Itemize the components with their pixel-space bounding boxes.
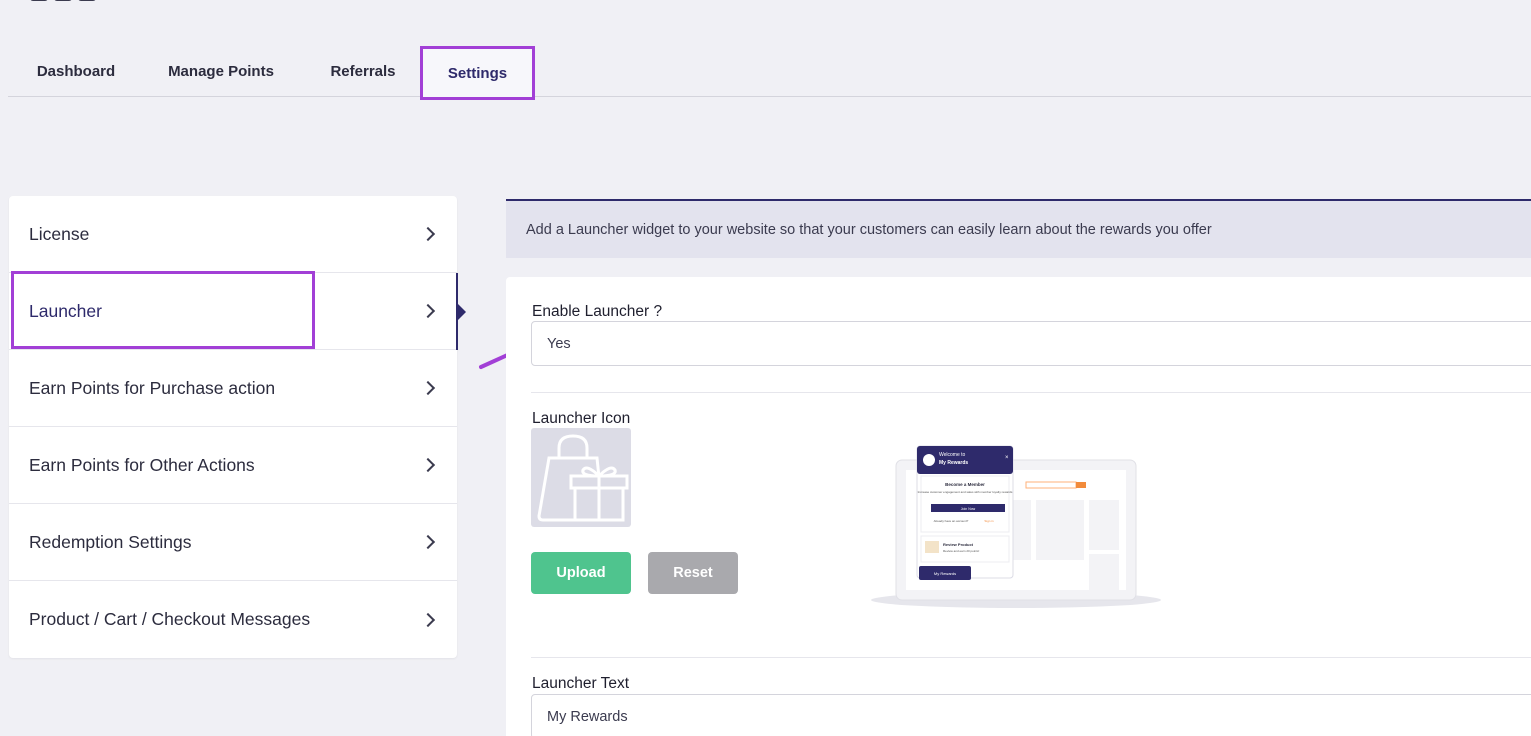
info-banner: Add a Launcher widget to your website so… [506,199,1531,258]
sidebar-item-messages[interactable]: Product / Cart / Checkout Messages [9,581,457,658]
launcher-text-value: My Rewards [547,708,628,725]
upload-button[interactable]: Upload [531,552,631,594]
chevron-right-icon [420,534,436,550]
preview-review-title: Review Product [943,542,974,547]
enable-launcher-select[interactable]: Yes [531,321,1531,366]
sidebar-item-label: Earn Points for Other Actions [29,454,255,475]
chevron-right-icon [420,457,436,473]
sidebar-item-label: Product / Cart / Checkout Messages [29,609,311,629]
chevron-right-icon [420,226,436,242]
chevron-right-icon [420,612,436,627]
sidebar-item-redemption[interactable]: Redemption Settings [9,504,457,581]
sidebar-item-license[interactable]: License [9,196,457,273]
active-pointer-icon [458,304,466,320]
divider [531,392,1531,393]
preview-launcher-button: My Rewards [934,571,956,576]
preview-member-desc: Increase customer engagement and sales w… [918,490,1013,494]
tab-referrals[interactable]: Referrals [318,46,408,96]
page-title-fragment [30,0,130,2]
divider [531,657,1531,658]
info-text: Add a Launcher widget to your website so… [526,221,1212,238]
reset-button[interactable]: Reset [648,552,738,594]
tab-settings[interactable]: Settings [420,46,535,100]
sidebar-item-label: Redemption Settings [29,531,192,552]
tab-dashboard[interactable]: Dashboard [26,46,126,96]
preview-signin-link: Sign in [984,519,994,523]
launcher-icon-label: Launcher Icon [532,410,631,427]
preview-header-small: Welcome to [939,452,966,458]
main-tabs: Dashboard Manage Points Referrals Settin… [8,46,1531,100]
highlight-box [11,271,315,349]
preview-member-title: Become a Member [945,482,985,487]
launcher-text-input[interactable]: My Rewards [531,694,1531,736]
preview-header-title: My Rewards [939,460,968,466]
launcher-form: Enable Launcher ? Yes Launcher Icon Uplo… [506,277,1531,736]
chevron-right-icon [420,380,436,396]
sidebar-item-label: Earn Points for Purchase action [29,377,276,398]
enable-launcher-label: Enable Launcher ? [532,303,663,320]
sidebar-item-launcher[interactable]: Launcher [9,271,466,350]
enable-launcher-value: Yes [547,335,571,352]
sidebar-item-earn-other[interactable]: Earn Points for Other Actions [9,427,457,504]
chevron-right-icon [420,303,436,319]
launcher-icon-preview [531,428,631,527]
preview-join-button: Join Now [961,507,976,511]
settings-sidebar: License Launcher Earn Points for Purchas… [9,196,466,658]
gift-bag-icon [537,434,629,522]
launcher-text-label: Launcher Text [532,675,630,692]
preview-signin-text: Already have an account? [934,519,969,523]
preview-review-desc: Review and earn 20 points! [943,549,980,553]
tab-manage-points[interactable]: Manage Points [158,46,284,96]
preview-close-icon: × [1005,455,1009,461]
sidebar-item-label: License [29,223,90,244]
launcher-preview-image: Welcome to My Rewards × Become a Member … [871,445,1161,608]
sidebar-item-earn-purchase[interactable]: Earn Points for Purchase action [9,350,457,427]
